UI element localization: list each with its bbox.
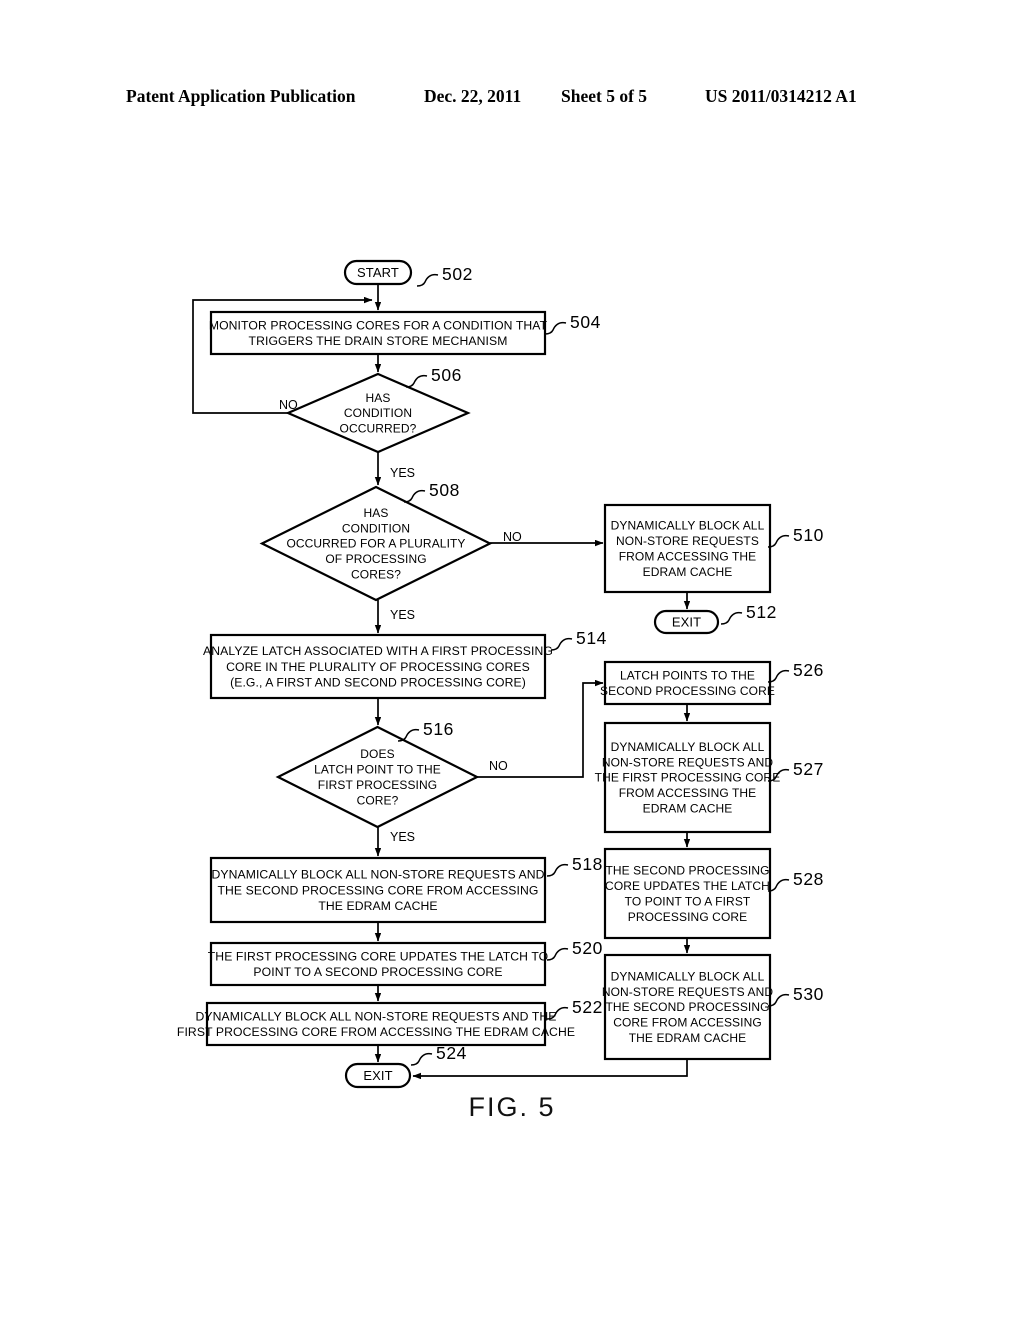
- reference-numeral-518: 518: [546, 854, 603, 877]
- flowchart-node-508: HAS CONDITION OCCURRED FOR A PLURALITY OF P…: [259, 485, 493, 602]
- reference-numeral-text: 514: [576, 628, 607, 648]
- leader-line: [403, 489, 426, 503]
- node-label-526: LATCH POINTS TO THE SECOND PROCESSING COR…: [600, 669, 775, 698]
- flowchart-node-530: DYNAMICALLY BLOCK ALL NON-STORE REQUESTS …: [602, 953, 773, 1061]
- node-label-502: START: [357, 265, 399, 280]
- reference-numeral-514: 514: [550, 628, 607, 651]
- reference-numeral-504: 504: [544, 312, 601, 335]
- reference-numeral-text: 508: [429, 480, 460, 500]
- flowchart-node-514: ANALYZE LATCH ASSOCIATED WITH A FIRST PR…: [203, 633, 553, 700]
- leader-line: [405, 374, 428, 388]
- edge-label-yes-516: YES: [390, 830, 415, 844]
- leader-line: [550, 637, 573, 651]
- leader-line: [767, 534, 790, 548]
- reference-numeral-512: 512: [720, 602, 777, 625]
- flowchart-node-528: THE SECOND PROCESSING CORE UPDATES THE LA…: [603, 847, 772, 940]
- reference-numeral-528: 528: [767, 869, 824, 892]
- reference-numeral-text: 502: [442, 264, 473, 284]
- node-label-514: ANALYZE LATCH ASSOCIATED WITH A FIRST PR…: [203, 644, 553, 689]
- reference-numeral-text: 528: [793, 869, 824, 889]
- reference-numeral-text: 522: [572, 997, 603, 1017]
- flowchart-node-512: EXIT: [653, 609, 720, 635]
- edge-label-no-506: NO: [279, 398, 298, 412]
- leader-line: [544, 321, 567, 335]
- flowchart-node-510: DYNAMICALLY BLOCK ALL NON-STORE REQUESTS F…: [603, 503, 772, 594]
- reference-numeral-text: 512: [746, 602, 777, 622]
- node-label-504: MONITOR PROCESSING CORES FOR A CONDITION…: [209, 318, 548, 348]
- reference-numeral-text: 530: [793, 984, 824, 1004]
- reference-numeral-502: 502: [416, 264, 473, 287]
- reference-numeral-text: 510: [793, 525, 824, 545]
- reference-numeral-text: 520: [572, 938, 603, 958]
- leader-line: [546, 863, 569, 877]
- flowchart-node-522: DYNAMICALLY BLOCK ALL NON-STORE REQUESTS…: [177, 1001, 575, 1047]
- flowchart-node-504: MONITOR PROCESSING CORES FOR A CONDITION…: [209, 310, 548, 356]
- leader-line: [767, 669, 790, 683]
- reference-numeral-text: 526: [793, 660, 824, 680]
- patent-figure-page: Patent Application Publication Dec. 22, …: [0, 0, 1024, 1320]
- node-label-528: THE SECOND PROCESSING CORE UPDATES THE LA…: [605, 864, 770, 924]
- flowchart-nodes: START MONITOR PROCESSING CORES FOR A COND…: [177, 259, 780, 1089]
- reference-numeral-text: 518: [572, 854, 603, 874]
- reference-numeral-text: 527: [793, 759, 824, 779]
- reference-numeral-522: 522: [546, 997, 603, 1020]
- leader-line: [767, 878, 790, 892]
- flowchart-node-520: THE FIRST PROCESSING CORE UPDATES THE LA…: [208, 941, 549, 987]
- leader-line: [416, 273, 439, 287]
- flowchart-node-506: HAS CONDITION OCCURRED?: [285, 372, 471, 454]
- leader-line: [410, 1052, 433, 1066]
- reference-numeral-524: 524: [410, 1043, 467, 1066]
- node-label-520: THE FIRST PROCESSING CORE UPDATES THE LA…: [208, 949, 549, 979]
- node-label-524: EXIT: [363, 1068, 392, 1083]
- edge-label-yes-506: YES: [390, 466, 415, 480]
- reference-numeral-520: 520: [546, 938, 603, 961]
- flowchart-node-516: DOES LATCH POINT TO THE FIRST PROCESSING CO…: [275, 725, 480, 829]
- flowchart-node-526: LATCH POINTS TO THE SECOND PROCESSING COR…: [600, 660, 775, 706]
- reference-numeral-530: 530: [767, 984, 824, 1007]
- edge-label-yes-508: YES: [390, 608, 415, 622]
- reference-numeral-text: 516: [423, 719, 454, 739]
- flowchart-node-524: EXIT: [344, 1062, 412, 1089]
- reference-numeral-text: 504: [570, 312, 601, 332]
- flowchart-node-502: START: [343, 259, 413, 286]
- flowchart-node-527: DYNAMICALLY BLOCK ALL NON-STORE REQUESTS …: [595, 721, 780, 834]
- node-label-522: DYNAMICALLY BLOCK ALL NON-STORE REQUESTS…: [177, 1009, 575, 1039]
- node-label-512: EXIT: [672, 615, 701, 630]
- leader-line: [720, 611, 743, 625]
- reference-numeral-526: 526: [767, 660, 824, 683]
- reference-numeral-516: 516: [397, 719, 454, 742]
- reference-numeral-text: 506: [431, 365, 462, 385]
- edge-label-no-516: NO: [489, 759, 508, 773]
- reference-numeral-508: 508: [403, 480, 460, 503]
- reference-numeral-510: 510: [767, 525, 824, 548]
- flowchart-node-518: DYNAMICALLY BLOCK ALL NON-STORE REQUESTS…: [209, 856, 547, 924]
- reference-numeral-text: 524: [436, 1043, 467, 1063]
- reference-numeral-506: 506: [405, 365, 462, 388]
- edge-label-no-508: NO: [503, 530, 522, 544]
- leader-line: [546, 947, 569, 961]
- figure-caption: FIG. 5: [468, 1092, 556, 1122]
